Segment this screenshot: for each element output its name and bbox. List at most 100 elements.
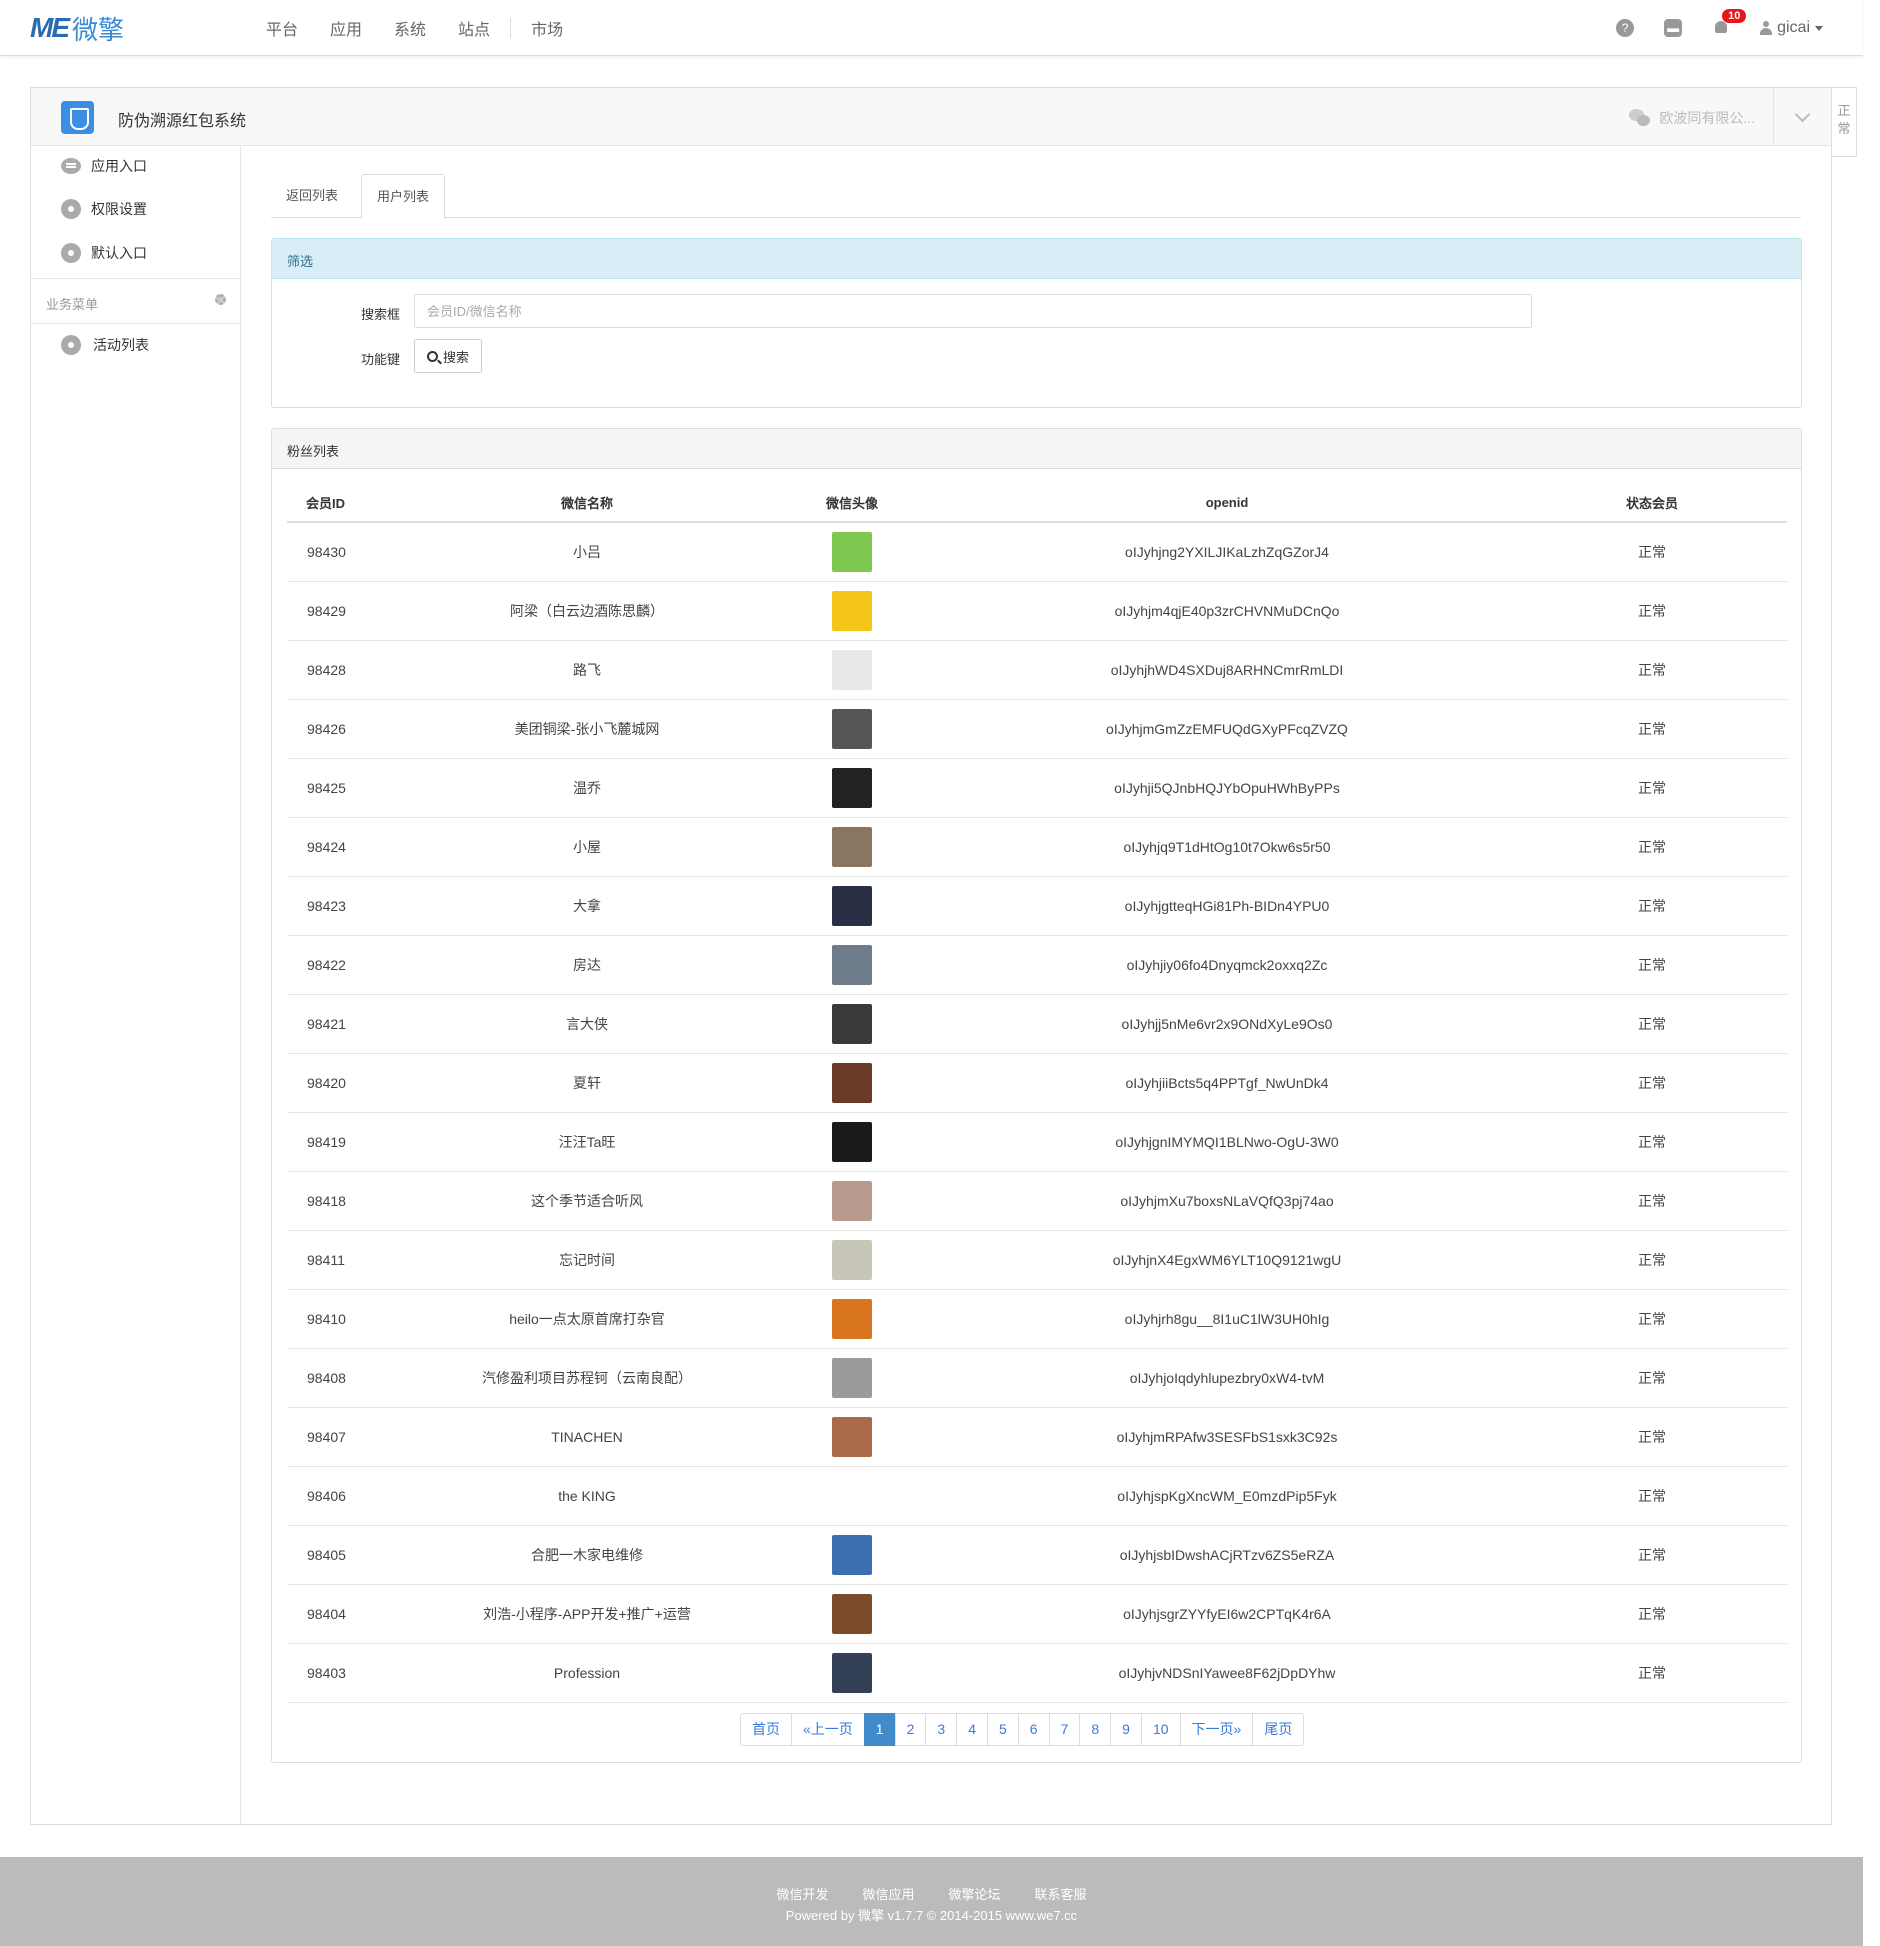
cell-wechat-name: 合肥一木家电维修 bbox=[407, 1525, 767, 1585]
cell-openid: oIJyhjnX4EgxWM6YLT10Q9121wgU bbox=[937, 1230, 1517, 1290]
cell-openid: oIJyhjrh8gu__8I1uC1lW3UH0hIg bbox=[937, 1289, 1517, 1349]
top-right-tools: ? ▬ 10 gicai bbox=[1616, 0, 1823, 56]
tab-user-list[interactable]: 用户列表 bbox=[361, 174, 446, 219]
nav-market[interactable]: 市场 bbox=[515, 16, 579, 40]
nav-apps[interactable]: 应用 bbox=[314, 16, 378, 40]
footer-links: 微信开发 微信应用 微擎论坛 联系客服 bbox=[0, 1884, 1863, 1903]
user-menu[interactable]: gicai bbox=[1760, 19, 1823, 37]
page-link[interactable]: 1 bbox=[863, 1713, 896, 1746]
wechat-account[interactable]: 欧波同有限公... bbox=[1629, 108, 1755, 128]
page-link[interactable]: 10 bbox=[1140, 1713, 1181, 1746]
table-row: 98429 阿梁（白云边酒陈思麟） oIJyhjm4qjE40p3zrCHVNMuD… bbox=[287, 581, 1787, 641]
sidebar-item-permissions[interactable]: 权限设置 bbox=[61, 189, 147, 229]
page-link[interactable]: 3 bbox=[925, 1713, 958, 1746]
page-link[interactable]: 4 bbox=[956, 1713, 988, 1746]
footer-link-dev[interactable]: 微信开发 bbox=[776, 1884, 828, 1903]
gear-icon bbox=[61, 199, 81, 219]
cell-status: 正常 bbox=[1517, 1112, 1787, 1172]
avatar bbox=[832, 1593, 872, 1634]
cell-status: 正常 bbox=[1517, 935, 1787, 995]
cell-avatar bbox=[767, 1584, 937, 1644]
page-link[interactable]: 9 bbox=[1110, 1713, 1142, 1746]
side-status-tab[interactable]: 正常 bbox=[1831, 87, 1857, 157]
page-link[interactable]: 7 bbox=[1048, 1713, 1081, 1746]
logo[interactable]: ME 微擎 bbox=[30, 12, 124, 46]
nav-site[interactable]: 站点 bbox=[442, 16, 506, 40]
sidebar: 应用入口 权限设置 默认入口 业务菜单 活动列表 bbox=[31, 146, 241, 1824]
nav-system[interactable]: 系统 bbox=[378, 16, 442, 40]
cell-openid: oIJyhjmXu7boxsNLaVQfQ3pj74ao bbox=[937, 1171, 1517, 1231]
cell-status: 正常 bbox=[1517, 758, 1787, 818]
user-icon bbox=[1760, 21, 1773, 35]
cell-avatar bbox=[767, 1053, 937, 1113]
sidebar-item-app-entry[interactable]: 应用入口 bbox=[61, 146, 147, 186]
sidebar-item-default-entry[interactable]: 默认入口 bbox=[61, 233, 147, 273]
cell-member-id: 98423 bbox=[287, 876, 407, 936]
page-link[interactable]: «上一页 bbox=[791, 1713, 865, 1746]
cell-openid: oIJyhjiy06fo4Dnyqmck2oxxq2Zc bbox=[937, 935, 1517, 995]
cell-member-id: 98430 bbox=[287, 522, 407, 582]
table-row: 98420 夏轩 oIJyhjiiBcts5q4PPTgf_NwUnDk4 正常 bbox=[287, 1053, 1787, 1113]
cell-wechat-name: the KING bbox=[407, 1466, 767, 1526]
cell-status: 正常 bbox=[1517, 1230, 1787, 1290]
collapse-toggle[interactable] bbox=[1773, 88, 1831, 146]
cell-openid: oIJyhjmGmZzEMFUQdGXyPFcqZVZQ bbox=[937, 699, 1517, 759]
footer-link-support[interactable]: 联系客服 bbox=[1035, 1884, 1087, 1903]
cell-status: 正常 bbox=[1517, 1643, 1787, 1703]
cell-openid: oIJyhjng2YXILJIKaLzhZqGZorJ4 bbox=[937, 522, 1517, 582]
footer-link-apps[interactable]: 微信应用 bbox=[862, 1884, 914, 1903]
footer-copyright: Powered by 微擎 v1.7.7 © 2014-2015 www.we7… bbox=[785, 1908, 1078, 1923]
settings-icon[interactable] bbox=[215, 294, 226, 305]
cell-wechat-name: heilo一点太原首席打杂官 bbox=[407, 1289, 767, 1349]
cell-member-id: 98425 bbox=[287, 758, 407, 818]
search-input[interactable] bbox=[414, 294, 1532, 328]
page-link[interactable]: 8 bbox=[1079, 1713, 1112, 1746]
page-link[interactable]: 2 bbox=[894, 1713, 927, 1746]
table-row: 98407 TINACHEN oIJyhjmRPAfw3SESFbS1sxk3C92… bbox=[287, 1407, 1787, 1467]
filter-panel-title: 筛选 bbox=[272, 239, 1801, 279]
cell-member-id: 98424 bbox=[287, 817, 407, 877]
cell-avatar bbox=[767, 1643, 937, 1703]
page-link[interactable]: 下一页» bbox=[1179, 1713, 1254, 1746]
table-row: 98430 小吕 oIJyhjng2YXILJIKaLzhZqGZorJ4 正常 bbox=[287, 522, 1787, 582]
cell-openid: oIJyhji5QJnbHQJYbOpuHWhByPPs bbox=[937, 758, 1517, 818]
help-icon[interactable]: ? bbox=[1616, 19, 1635, 37]
cell-wechat-name: 汽修盈利项目苏程钶（云南良配） bbox=[407, 1348, 767, 1408]
sidebar-group-business: 业务菜单 bbox=[31, 278, 240, 324]
tab-back-to-list[interactable]: 返回列表 bbox=[271, 174, 353, 218]
cell-openid: oIJyhjiiBcts5q4PPTgf_NwUnDk4 bbox=[937, 1053, 1517, 1113]
cell-status: 正常 bbox=[1517, 1171, 1787, 1231]
table-row: 98419 汪汪Ta旺 oIJyhjgnIMYMQI1BLNwo-OgU-3W0 正常 bbox=[287, 1112, 1787, 1172]
cell-member-id: 98403 bbox=[287, 1643, 407, 1703]
page-link[interactable]: 5 bbox=[986, 1713, 1019, 1746]
sidebar-item-activity-list[interactable]: 活动列表 bbox=[61, 325, 149, 365]
cell-status: 正常 bbox=[1517, 876, 1787, 936]
page-link[interactable]: 6 bbox=[1017, 1713, 1050, 1746]
cell-wechat-name: 房达 bbox=[407, 935, 767, 995]
page-link[interactable]: 首页 bbox=[740, 1713, 792, 1746]
search-button[interactable]: 搜索 bbox=[414, 339, 483, 373]
col-header-openid: openid bbox=[937, 484, 1517, 523]
cell-avatar bbox=[767, 876, 937, 936]
cell-member-id: 98418 bbox=[287, 1171, 407, 1231]
cell-wechat-name: 忘记时间 bbox=[407, 1230, 767, 1290]
nav-platform[interactable]: 平台 bbox=[250, 16, 314, 40]
footer-link-forum[interactable]: 微擎论坛 bbox=[949, 1884, 1001, 1903]
avatar bbox=[832, 531, 872, 572]
bell-shape bbox=[1715, 21, 1728, 33]
cell-member-id: 98410 bbox=[287, 1289, 407, 1349]
table-row: 98404 刘浩-小程序-APP开发+推广+运营 oIJyhjsgrZYYfyEI6… bbox=[287, 1584, 1787, 1644]
sidebar-item-label: 活动列表 bbox=[93, 337, 149, 353]
page-link[interactable]: 尾页 bbox=[1252, 1713, 1305, 1746]
cell-member-id: 98408 bbox=[287, 1348, 407, 1408]
cell-avatar bbox=[767, 640, 937, 700]
avatar bbox=[832, 649, 872, 690]
cell-openid: oIJyhjgtteqHGi81Ph-BIDn4YPU0 bbox=[937, 876, 1517, 936]
message-icon[interactable]: ▬ bbox=[1664, 19, 1683, 37]
cell-wechat-name: 这个季节适合听风 bbox=[407, 1171, 767, 1231]
search-icon bbox=[427, 350, 438, 362]
cell-wechat-name: 阿梁（白云边酒陈思麟） bbox=[407, 581, 767, 641]
cell-status: 正常 bbox=[1517, 1053, 1787, 1113]
notification-bell-icon[interactable]: 10 bbox=[1712, 9, 1747, 37]
nav-divider bbox=[510, 18, 512, 38]
